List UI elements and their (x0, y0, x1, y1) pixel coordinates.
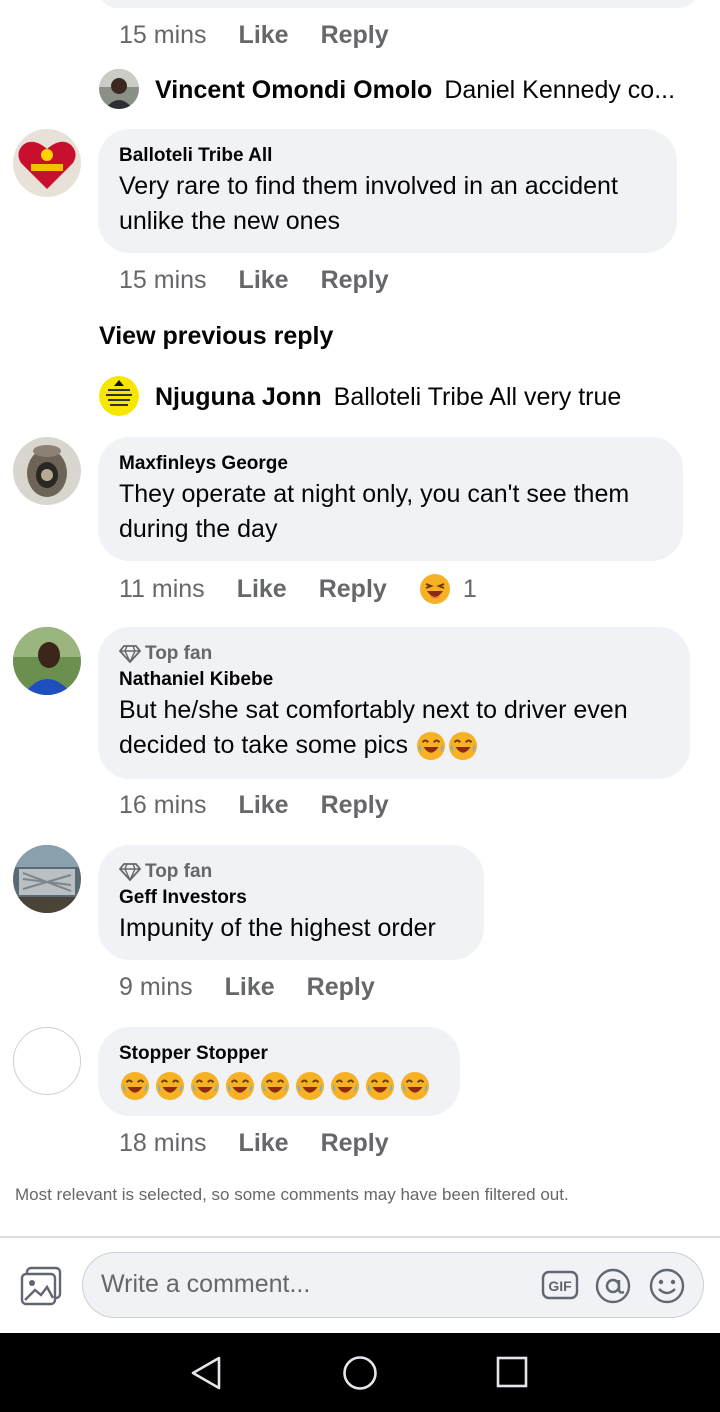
laughing-emoji-icon (365, 1071, 395, 1101)
laughing-emoji-icon (330, 1071, 360, 1101)
nav-home-icon[interactable] (342, 1355, 378, 1396)
avatar[interactable] (13, 1027, 81, 1095)
reply-preview[interactable]: Njuguna Jonn Balloteli Tribe All very tr… (155, 383, 621, 412)
like-button[interactable]: Like (225, 973, 275, 1002)
comment-time: 15 mins (119, 21, 207, 49)
comment-author[interactable]: Maxfinleys George (119, 451, 661, 477)
comment-time: 16 mins (119, 791, 207, 819)
comment-bubble: Top fan Nathaniel Kibebe But he/she sat … (98, 627, 690, 779)
laughing-emoji-icon (295, 1071, 325, 1101)
laughing-emoji-icon (225, 1071, 255, 1101)
comment-bubble: Maxfinleys George They operate at night … (98, 437, 683, 561)
reply-button[interactable]: Reply (321, 1129, 389, 1158)
squinting-emoji-icon (419, 574, 450, 604)
gif-label: GIF (548, 1278, 572, 1294)
comment-bubble: Balloteli Tribe All Very rare to find th… (98, 129, 677, 253)
avatar[interactable] (99, 376, 139, 416)
comment-author[interactable]: Stopper Stopper (119, 1041, 438, 1067)
avatar[interactable] (13, 129, 81, 197)
like-button[interactable]: Like (239, 791, 289, 820)
comment-meta: 18 mins Like Reply (119, 1129, 421, 1158)
comment-time: 18 mins (119, 1129, 207, 1157)
laughing-emoji-icon (155, 1071, 185, 1101)
reply-button[interactable]: Reply (319, 575, 387, 604)
divider (0, 1236, 720, 1238)
laughing-emoji-icon (120, 1071, 150, 1101)
comment-author[interactable]: Geff Investors (119, 885, 462, 911)
comment-text: Impunity of the highest order (119, 914, 436, 942)
reaction-count: 1 (462, 574, 477, 603)
comment-bubble: Top fan Geff Investors Impunity of the h… (98, 845, 484, 960)
comment-time: 9 mins (119, 973, 193, 1001)
comment-author[interactable]: Nathaniel Kibebe (119, 667, 668, 693)
reply-button[interactable]: Reply (307, 973, 375, 1002)
top-fan-badge: Top fan (119, 641, 668, 667)
comment-emoji-row (119, 1071, 438, 1101)
laughing-emoji-icon (190, 1071, 220, 1101)
like-button[interactable]: Like (239, 1129, 289, 1158)
reply-preview[interactable]: Vincent Omondi Omolo Daniel Kennedy co..… (155, 76, 675, 105)
diamond-icon (119, 863, 141, 881)
comment-meta: 9 mins Like Reply (119, 973, 407, 1002)
reply-button[interactable]: Reply (321, 791, 389, 820)
mention-icon[interactable] (595, 1268, 631, 1309)
comment-time: 11 mins (119, 574, 205, 603)
reply-button[interactable]: Reply (321, 21, 389, 50)
comment-input[interactable]: Write a comment... GIF (82, 1252, 704, 1318)
previous-comment-bubble (98, 0, 698, 8)
laughing-emoji-icon (448, 732, 478, 761)
reaction-summary[interactable]: 1 (419, 573, 477, 605)
comment-meta: 11 mins Like Reply 1 (119, 573, 477, 605)
diamond-icon (119, 645, 141, 663)
photo-icon[interactable] (20, 1266, 62, 1306)
reply-button[interactable]: Reply (321, 266, 389, 295)
comment-text: They operate at night only, you can't se… (119, 480, 630, 543)
like-button[interactable]: Like (237, 575, 287, 604)
comment-text-body: But he/she sat comfortably next to drive… (119, 696, 628, 759)
reply-text: Daniel Kennedy co... (444, 76, 676, 104)
reply-author[interactable]: Vincent Omondi Omolo (155, 76, 432, 105)
avatar[interactable] (99, 69, 139, 109)
nav-recents-icon[interactable] (496, 1355, 528, 1394)
top-fan-label: Top fan (145, 861, 213, 882)
reply-text: Balloteli Tribe All very true (333, 383, 622, 411)
comment-text: Very rare to find them involved in an ac… (119, 172, 618, 235)
view-previous-reply-link[interactable]: View previous reply (99, 322, 333, 351)
avatar[interactable] (13, 845, 81, 913)
comment-author[interactable]: Balloteli Tribe All (119, 143, 655, 169)
top-fan-label: Top fan (145, 643, 213, 664)
comment-bubble: Stopper Stopper (98, 1027, 460, 1116)
comment-text: But he/she sat comfortably next to drive… (119, 693, 668, 763)
avatar[interactable] (13, 627, 81, 695)
nav-back-icon[interactable] (189, 1355, 223, 1396)
reply-author[interactable]: Njuguna Jonn (155, 383, 322, 412)
filter-note: Most relevant is selected, so some comme… (15, 1185, 569, 1204)
like-button[interactable]: Like (239, 21, 289, 50)
comment-meta: 15 mins Like Reply (119, 266, 421, 295)
laughing-emoji-icon (400, 1071, 430, 1101)
like-button[interactable]: Like (239, 266, 289, 295)
emoji-icon[interactable] (649, 1268, 685, 1309)
laughing-emoji-icon (416, 732, 446, 761)
comment-time: 15 mins (119, 266, 207, 294)
comment-meta: 16 mins Like Reply (119, 791, 421, 820)
top-fan-badge: Top fan (119, 859, 462, 885)
previous-comment-meta: 15 mins Like Reply (119, 21, 421, 50)
comment-input-placeholder: Write a comment... (101, 1270, 311, 1298)
gif-icon[interactable]: GIF (541, 1268, 579, 1307)
laughing-emoji-icon (260, 1071, 290, 1101)
avatar[interactable] (13, 437, 81, 505)
system-nav-bar (0, 1333, 720, 1412)
